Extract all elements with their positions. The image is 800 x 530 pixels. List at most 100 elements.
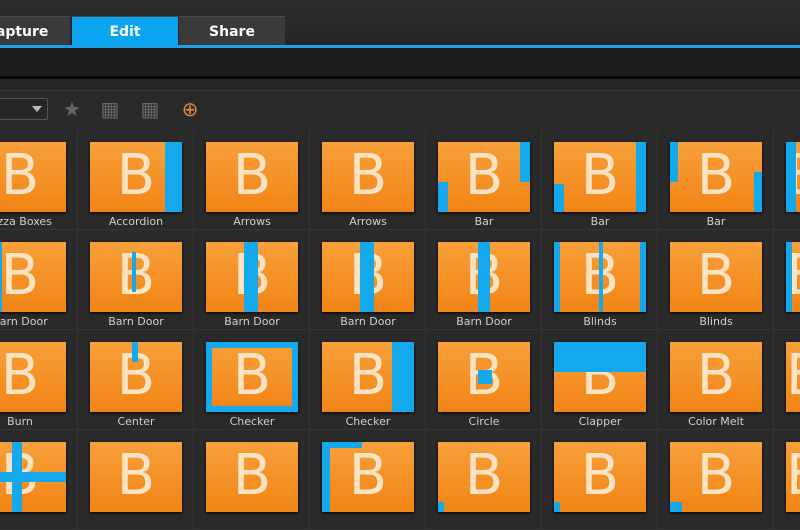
thumbnail-letter: B bbox=[696, 343, 736, 408]
transition-effect-shape bbox=[786, 242, 792, 312]
transition-thumbnail: B bbox=[206, 242, 298, 312]
transition-label: Center bbox=[117, 415, 155, 428]
transition-item[interactable]: B Barn Door bbox=[194, 230, 310, 330]
tab-share[interactable]: Share bbox=[179, 16, 285, 46]
transition-effect-shape bbox=[322, 442, 362, 448]
transition-thumbnail: B bbox=[786, 142, 800, 212]
transition-label: Bar bbox=[590, 215, 610, 228]
transition-item[interactable]: B Bar bbox=[658, 130, 774, 230]
transition-item[interactable]: B Arrows bbox=[310, 130, 426, 230]
transition-item[interactable]: B Checker bbox=[194, 330, 310, 430]
transition-item[interactable]: B bbox=[310, 430, 426, 530]
transition-item[interactable]: B Pizza Boxes bbox=[0, 130, 78, 230]
thumbnail-letter: B bbox=[580, 443, 620, 508]
transition-item[interactable]: B bbox=[658, 430, 774, 530]
transition-item[interactable]: B Burn bbox=[0, 330, 78, 430]
transition-item[interactable]: B Clapper bbox=[542, 330, 658, 430]
transition-item[interactable]: B bbox=[774, 330, 800, 430]
transition-effect-shape bbox=[206, 406, 298, 412]
transition-label: Bar bbox=[474, 215, 494, 228]
transition-item[interactable]: B Checker bbox=[310, 330, 426, 430]
transition-effect-shape bbox=[392, 342, 414, 412]
transition-item[interactable]: B bbox=[426, 430, 542, 530]
transition-label: Clapper bbox=[578, 415, 622, 428]
transition-item[interactable]: B Center bbox=[78, 330, 194, 430]
transition-item[interactable]: B Accordion bbox=[78, 130, 194, 230]
chevron-down-icon bbox=[32, 106, 42, 112]
transition-item[interactable]: B bbox=[542, 430, 658, 530]
thumbnail-letter: B bbox=[696, 443, 736, 508]
transition-item[interactable]: B Barn Door bbox=[426, 230, 542, 330]
transition-effect-shape bbox=[670, 142, 678, 182]
transition-item[interactable]: B Barn Door bbox=[310, 230, 426, 330]
transition-label: Color Melt bbox=[688, 415, 744, 428]
transition-thumbnail: B bbox=[90, 242, 182, 312]
transition-thumbnail: B bbox=[0, 142, 66, 212]
transition-effect-shape bbox=[322, 442, 330, 512]
thumbnail-letter: B bbox=[0, 343, 40, 408]
transition-thumbnail: B bbox=[438, 342, 530, 412]
transition-thumbnail: B bbox=[438, 442, 530, 512]
top-bar: Capture Edit Share bbox=[0, 0, 800, 48]
apply-to-all-icon[interactable]: ▦ bbox=[96, 96, 124, 122]
transition-label: Barn Door bbox=[340, 315, 396, 328]
thumbnail-letter: B bbox=[786, 344, 800, 408]
download-content-icon[interactable]: ⊕ bbox=[176, 96, 204, 122]
add-favorite-icon[interactable]: ★ bbox=[58, 96, 86, 122]
transition-item[interactable]: B Bar bbox=[426, 130, 542, 230]
transition-thumbnail: B bbox=[90, 442, 182, 512]
apply-random-icon[interactable]: ▦ bbox=[136, 96, 164, 122]
transition-item[interactable]: B Circle bbox=[426, 330, 542, 430]
transition-item[interactable]: B Barn Door bbox=[78, 230, 194, 330]
transition-item[interactable]: B Blinds bbox=[542, 230, 658, 330]
transition-thumbnail: B bbox=[786, 242, 800, 312]
transition-effect-shape bbox=[786, 142, 796, 212]
transition-label: Checker bbox=[229, 415, 275, 428]
transition-thumbnail: B bbox=[554, 342, 646, 412]
transition-item[interactable]: B Bar bbox=[542, 130, 658, 230]
thumbnail-letter: B bbox=[464, 443, 504, 508]
transition-effect-shape bbox=[165, 142, 182, 212]
transition-effect-shape bbox=[12, 442, 22, 512]
transition-effect-shape bbox=[554, 242, 560, 312]
transition-effect-shape bbox=[670, 502, 682, 512]
transition-thumbnail: B bbox=[0, 442, 66, 512]
thumbnail-letter: B bbox=[348, 143, 388, 208]
thumbnail-letter: B bbox=[232, 343, 272, 408]
transition-item[interactable]: B Arrows bbox=[194, 130, 310, 230]
transition-item[interactable]: B Color Melt bbox=[658, 330, 774, 430]
transition-thumbnail: B bbox=[554, 442, 646, 512]
tab-edit[interactable]: Edit bbox=[72, 16, 178, 46]
transition-label: Barn Door bbox=[224, 315, 280, 328]
transition-item[interactable]: B bbox=[774, 230, 800, 330]
transition-thumbnail: B bbox=[206, 342, 298, 412]
transition-item[interactable]: B bbox=[774, 130, 800, 230]
transition-effect-shape bbox=[0, 472, 66, 482]
transition-thumbnail: B bbox=[0, 342, 66, 412]
thumbnail-letter: B bbox=[464, 143, 504, 208]
thumbnail-letter: B bbox=[232, 443, 272, 508]
transition-item[interactable]: B bbox=[774, 430, 800, 530]
category-dropdown[interactable] bbox=[0, 98, 48, 120]
thumbnail-letter: B bbox=[786, 444, 800, 508]
transition-item[interactable]: B Blinds bbox=[658, 230, 774, 330]
transition-item[interactable]: B bbox=[194, 430, 310, 530]
transition-thumbnail: B bbox=[438, 242, 530, 312]
tab-capture[interactable]: Capture bbox=[0, 16, 70, 46]
transition-label: Blinds bbox=[583, 315, 617, 328]
thumbnail-letter: B bbox=[116, 443, 156, 508]
transition-item[interactable]: B bbox=[78, 430, 194, 530]
transition-label: Burn bbox=[7, 415, 33, 428]
transition-label: Circle bbox=[468, 415, 500, 428]
transition-effect-shape bbox=[478, 370, 492, 384]
transition-thumbnail: B bbox=[554, 242, 646, 312]
transition-item[interactable]: B Barn Door bbox=[0, 230, 78, 330]
thumbnail-letter: B bbox=[580, 143, 620, 208]
transition-effect-shape bbox=[0, 242, 2, 312]
thumbnail-letter: B bbox=[0, 143, 40, 208]
transition-label: Barn Door bbox=[108, 315, 164, 328]
transition-thumbnail: B bbox=[322, 242, 414, 312]
transition-effect-shape bbox=[754, 172, 762, 212]
transition-item[interactable]: B bbox=[0, 430, 78, 530]
transition-thumbnail: B bbox=[90, 142, 182, 212]
